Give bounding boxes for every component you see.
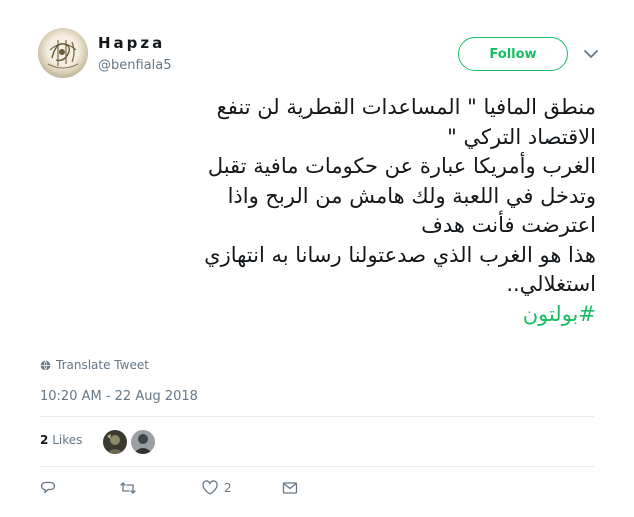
- translate-tweet-label: Translate Tweet: [56, 358, 149, 372]
- envelope-icon: [282, 482, 298, 494]
- tweet-timestamp[interactable]: 10:20 AM - 22 Aug 2018: [40, 389, 198, 404]
- retweet-icon: [120, 482, 136, 494]
- follow-button[interactable]: Follow: [458, 37, 568, 71]
- tweet-text-line: الاقتصاد التركي ": [447, 124, 596, 149]
- liker-avatar[interactable]: [131, 430, 155, 454]
- like-button[interactable]: 2: [202, 480, 232, 496]
- translate-tweet-link[interactable]: Translate Tweet: [40, 358, 149, 372]
- tweet-text-line: وتدخل في اللعبة ولك هامش من الربح واذا: [227, 183, 596, 208]
- tweet-text-line: منطق المافيا " المساعدات القطرية لن تنفع: [216, 95, 596, 119]
- heart-icon: [202, 480, 218, 495]
- tweet-text-line: استغلالي..: [506, 272, 596, 296]
- reply-button[interactable]: [40, 480, 56, 496]
- user-handle[interactable]: @benfiala5: [98, 58, 172, 73]
- tweet-text-line: هذا هو الغرب الذي صدعتولنا رسانا به انته…: [204, 242, 596, 267]
- hashtag-link[interactable]: #بولتون: [40, 300, 596, 330]
- chevron-down-icon[interactable]: [582, 45, 600, 63]
- user-avatar[interactable]: [38, 28, 88, 78]
- likes-number: 2: [40, 433, 49, 447]
- user-display-name[interactable]: Hapza: [98, 34, 165, 52]
- tweet-header: Hapza @benfiala5 Follow: [38, 28, 604, 84]
- avatar-image: [47, 40, 79, 69]
- direct-message-button[interactable]: [282, 480, 298, 496]
- liker-avatar[interactable]: [103, 430, 127, 454]
- like-count: 2: [224, 481, 232, 495]
- likers-avatars: [103, 430, 155, 454]
- reply-icon: [40, 481, 56, 494]
- tweet-text-line: الغرب وأمريكا عبارة عن حكومات مافية تقبل: [207, 154, 596, 178]
- retweet-button[interactable]: [120, 480, 136, 496]
- globe-icon: [40, 360, 51, 371]
- divider: [40, 416, 594, 417]
- tweet-text: منطق المافيا " المساعدات القطرية لن تنفع…: [40, 93, 596, 329]
- tweet-actions: 2: [40, 480, 340, 500]
- likes-label: Likes: [52, 433, 83, 447]
- tweet-text-line: اعترضت فأنت هدف: [421, 213, 596, 237]
- likes-count[interactable]: 2 Likes: [40, 433, 82, 447]
- divider: [40, 466, 594, 467]
